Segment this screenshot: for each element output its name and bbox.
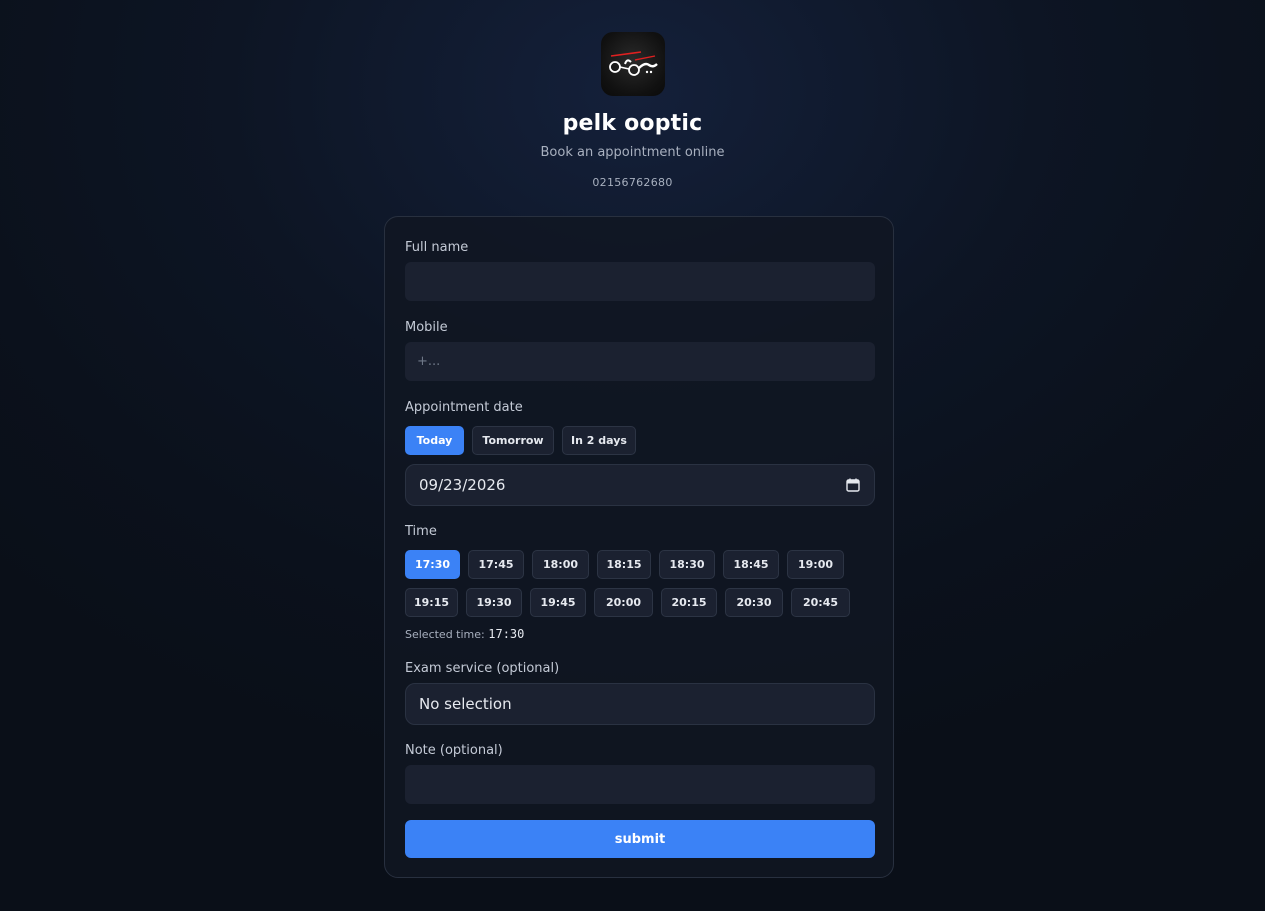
phone-number: 02156762680 (592, 176, 673, 189)
time-slot-1815[interactable]: 18:15 (597, 550, 651, 579)
time-slot-1845[interactable]: 18:45 (723, 550, 779, 579)
date-input[interactable]: 09/23/2026 (405, 464, 875, 506)
full-name-label: Full name (405, 240, 469, 255)
brand-logo (600, 32, 665, 96)
time-slot-1915[interactable]: 19:15 (405, 588, 458, 617)
selected-time-value: 17:30 (488, 627, 525, 641)
page-subtitle: Book an appointment online (540, 145, 725, 160)
time-slot-1900[interactable]: 19:00 (787, 550, 844, 579)
booking-form: Full name Mobile Appointment date Today T… (384, 216, 894, 878)
time-slot-1800[interactable]: 18:00 (532, 550, 589, 579)
time-slot-2030[interactable]: 20:30 (725, 588, 783, 617)
time-slot-1830[interactable]: 18:30 (659, 550, 715, 579)
time-slot-2000[interactable]: 20:00 (594, 588, 653, 617)
note-input[interactable] (405, 765, 875, 804)
time-slot-1930[interactable]: 19:30 (466, 588, 522, 617)
calendar-icon[interactable] (846, 478, 860, 492)
time-slot-1730[interactable]: 17:30 (405, 550, 460, 579)
time-slot-1945[interactable]: 19:45 (530, 588, 586, 617)
date-value: 09/23/2026 (419, 476, 506, 494)
time-slot-1745[interactable]: 17:45 (468, 550, 524, 579)
note-label: Note (optional) (405, 743, 503, 758)
exam-service-value: No selection (419, 695, 512, 713)
time-label: Time (405, 524, 437, 539)
selected-time-readout: Selected time: 17:30 (405, 627, 524, 642)
submit-button[interactable]: submit (405, 820, 875, 858)
time-slot-2045[interactable]: 20:45 (791, 588, 850, 617)
exam-service-select[interactable]: No selection (405, 683, 875, 725)
date-option-tomorrow[interactable]: Tomorrow (472, 426, 554, 455)
full-name-input[interactable] (405, 262, 875, 301)
time-slot-2015[interactable]: 20:15 (661, 588, 717, 617)
appointment-date-label: Appointment date (405, 400, 523, 415)
header: pelk ooptic Book an appointment online 0… (0, 32, 1265, 190)
logo-glasses-icon (608, 51, 658, 76)
date-option-today[interactable]: Today (405, 426, 464, 455)
brand-name: pelk ooptic (562, 111, 703, 136)
exam-service-label: Exam service (optional) (405, 661, 560, 676)
selected-time-label: Selected time: (405, 628, 485, 641)
date-option-in-2-days[interactable]: In 2 days (562, 426, 636, 455)
mobile-input[interactable] (405, 342, 875, 381)
mobile-label: Mobile (405, 320, 448, 335)
